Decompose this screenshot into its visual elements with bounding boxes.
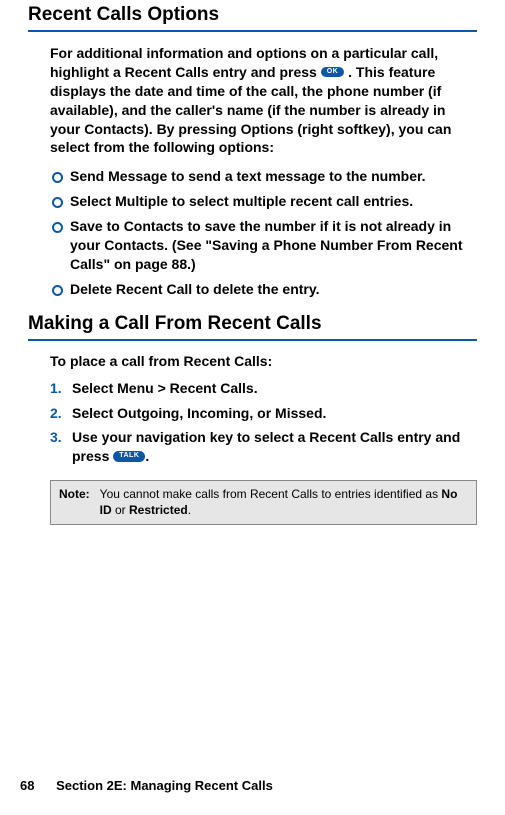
note-text: .	[188, 503, 191, 517]
note-text: You cannot make calls from Recent Calls …	[100, 487, 442, 501]
step-text: Select	[72, 380, 117, 396]
option-rest: to delete the entry.	[192, 281, 319, 297]
heading-recent-calls-options: Recent Calls Options	[28, 4, 477, 26]
steps-list: 1. Select Menu > Recent Calls. 2. Select…	[50, 379, 477, 467]
talk-button-icon: TALK	[113, 451, 145, 461]
section-title: Section 2E: Managing Recent Calls	[56, 778, 273, 793]
step-number: 1.	[50, 379, 62, 398]
ok-button-icon: OK	[321, 67, 345, 77]
divider	[28, 339, 477, 341]
list-item: Send Message to send a text message to t…	[50, 167, 477, 186]
step-3: 3. Use your navigation key to select a R…	[50, 428, 477, 466]
step-1: 1. Select Menu > Recent Calls.	[50, 379, 477, 398]
incoming-word: Incoming	[187, 405, 249, 421]
restricted-word: Restricted	[129, 503, 188, 517]
step-text: .	[254, 380, 258, 396]
step-number: 2.	[50, 404, 62, 423]
list-item: Select Multiple to select multiple recen…	[50, 192, 477, 211]
option-label: Select Multiple	[70, 193, 168, 209]
options-list: Send Message to send a text message to t…	[50, 167, 477, 298]
note-label: Note:	[51, 481, 98, 524]
step-number: 3.	[50, 428, 62, 447]
step-text: >	[154, 380, 170, 396]
option-rest: to select multiple recent call entries.	[168, 193, 413, 209]
step-text: .	[145, 448, 149, 464]
recent-calls-word: Recent Calls	[170, 380, 254, 396]
note-box: Note: You cannot make calls from Recent …	[50, 480, 477, 525]
step-2: 2. Select Outgoing, Incoming, or Missed.	[50, 404, 477, 423]
list-item: Delete Recent Call to delete the entry.	[50, 280, 477, 299]
menu-word: Menu	[117, 380, 154, 396]
intro-paragraph: For additional information and options o…	[50, 44, 475, 157]
missed-word: Missed	[275, 405, 322, 421]
outgoing-word: Outgoing	[117, 405, 179, 421]
list-item: Save to Contacts to save the number if i…	[50, 217, 477, 274]
option-label: Send Message	[70, 168, 167, 184]
option-label: Delete Recent Call	[70, 281, 192, 297]
heading-making-a-call: Making a Call From Recent Calls	[28, 313, 477, 335]
note-text: or	[112, 503, 129, 517]
step-text: Select	[72, 405, 117, 421]
option-rest: to send a text message to the number.	[167, 168, 425, 184]
option-label: Save to Contacts	[70, 218, 184, 234]
divider	[28, 30, 477, 32]
note-content: You cannot make calls from Recent Calls …	[98, 481, 476, 524]
page-number: 68	[20, 778, 34, 793]
options-word: Options	[241, 121, 294, 137]
step-text: ,	[179, 405, 187, 421]
subheading-to-place-call: To place a call from Recent Calls:	[50, 353, 477, 369]
step-text: , or	[249, 405, 275, 421]
step-text: .	[323, 405, 327, 421]
page-footer: 68 Section 2E: Managing Recent Calls	[20, 778, 273, 793]
